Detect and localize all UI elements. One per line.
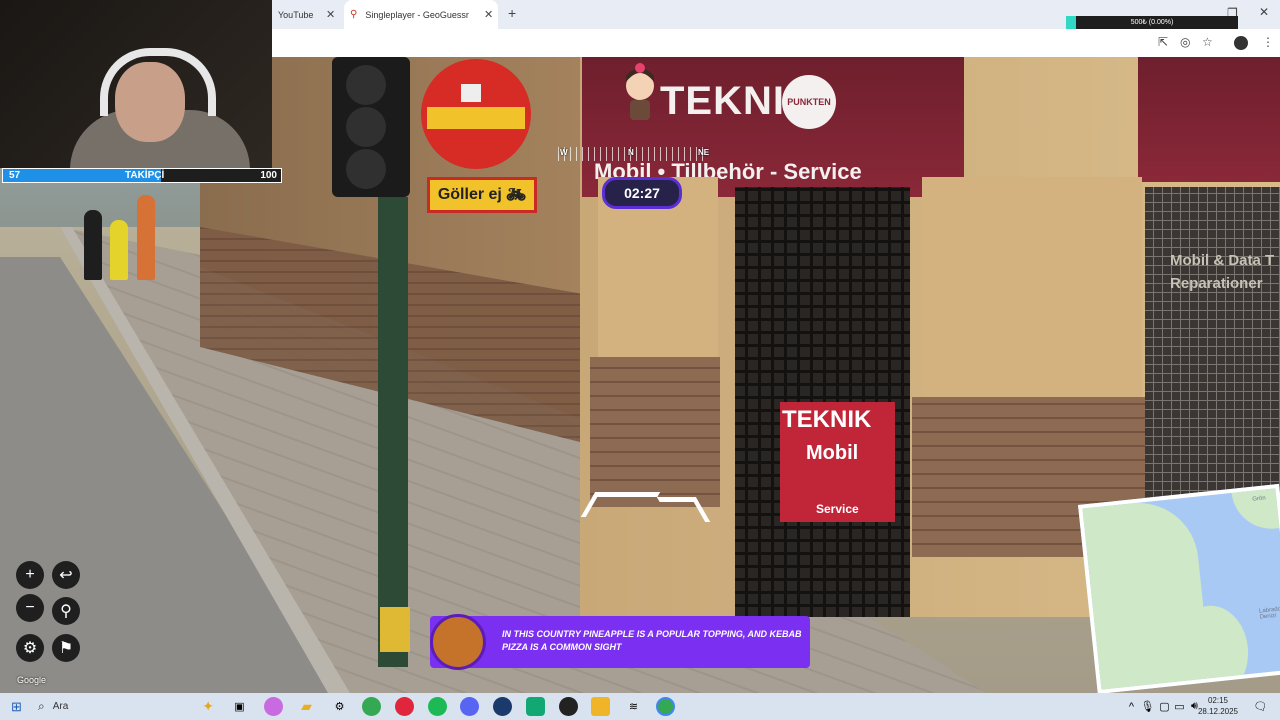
clock-date: 28.12.2025 [1197,707,1239,716]
sparkle-icon: ✦ [202,698,214,714]
guess-minimap[interactable]: Labrador Denizi Grön [1078,483,1280,694]
map-label: Labrador Denizi [1258,606,1280,621]
flag-button[interactable]: ⚑ [52,634,80,662]
follower-current: 57 [9,170,21,181]
traffic-light [332,57,410,197]
discord-icon[interactable] [460,697,479,716]
notification-icon[interactable]: 🗨︎ [1251,697,1270,716]
eye-off-icon[interactable]: ◎ [1180,35,1190,49]
round-timer: 02:27 [602,177,682,209]
obs-icon[interactable] [559,697,578,716]
donation-goal-bar: 500₺ (0.00%) [1066,16,1238,29]
browser-toolbar: ⇱ ◎ ☆ ⋮ [272,29,1280,57]
copilot-icon[interactable] [264,697,283,716]
country-tip-banner: In this country pineapple is a popular t… [430,614,810,670]
system-clock[interactable]: 02:15 28.12.2025 [1194,695,1242,717]
location-pin-icon: ⚲ [350,9,358,20]
opera-icon[interactable] [395,697,414,716]
pedestrians [82,185,182,280]
settings-app-icon[interactable]: ⚙ [330,697,349,716]
steam-icon[interactable] [493,697,512,716]
folder-icon[interactable]: ▰ [297,697,316,716]
headphones [100,48,216,116]
street-sign: Göller ej 🚲︎ [427,177,537,213]
tab-geoguessr[interactable]: ⚲ Singleplayer - GeoGuessr ✕ [344,0,498,29]
compass: W N NE [558,147,709,161]
awning-right [1138,57,1280,182]
google-logo: Google [17,675,47,685]
taskbar-search[interactable]: ⌕ Ara ✦ [34,696,222,717]
follower-target: 100 [260,170,277,181]
chrome-icon[interactable] [362,697,381,716]
tab-youtube[interactable]: YouTube ✕ [272,0,344,29]
rockstar-icon[interactable] [591,697,610,716]
spotify-icon[interactable] [428,697,447,716]
install-icon[interactable]: ⇱ [1158,35,1168,49]
zoom-out-button[interactable]: − [16,594,44,622]
return-to-start-button[interactable]: ⚲ [52,597,80,625]
search-icon: ⌕ [38,699,45,713]
game-app-icon[interactable] [526,697,545,716]
sign-pole [378,197,408,667]
menu-icon[interactable]: ⋮ [1262,35,1274,49]
donation-goal-fill [1066,16,1077,29]
bicycle-icon: 🚲︎ [505,187,527,204]
no-entry-sign [421,59,531,169]
new-tab-button[interactable]: + [508,5,516,21]
follower-goal-bar: 57 TAKİPÇİ 100 [2,168,282,183]
zoom-in-button[interactable]: + [16,561,44,589]
task-view-icon[interactable]: ▣ [230,697,249,716]
close-window-icon[interactable]: ✕ [1259,5,1269,19]
shop-poster: TEKNIK Mobil Service [780,402,895,522]
pillar-base [590,357,720,507]
follower-label: TAKİPÇİ [125,170,165,181]
windows-start-icon[interactable]: ⊞ [7,697,26,716]
pizza-image [430,614,486,670]
clock-time: 02:15 [1207,696,1229,705]
chrome-active-icon[interactable] [656,697,675,716]
windows-taskbar: ⊞ ⌕ Ara ✦ ▣ ▰ ⚙ ≋ ^ 🎙︎ ▢ ▭ 🔊︎ 02:15 28.1… [0,693,1280,720]
close-icon[interactable]: ✕ [326,8,335,21]
tip-text: In this country pineapple is a popular t… [502,629,802,652]
pole-base [380,607,410,652]
undo-move-button[interactable]: ↩ [52,561,80,589]
bookmark-star-icon[interactable]: ☆ [1202,35,1213,49]
close-icon[interactable]: ✕ [484,8,493,21]
shop-window: Mobil & Data T Reparationer [1145,187,1280,517]
shop-logo: PUNKTEN [782,75,836,129]
player-avatar [626,63,654,120]
search-placeholder: Ara [52,701,69,712]
settings-button[interactable]: ⚙ [16,634,44,662]
webcam-overlay [0,0,272,168]
app-icon[interactable]: ≋ [624,697,643,716]
profile-avatar[interactable] [1234,36,1248,50]
donation-goal-text: 500₺ (0.00%) [1130,19,1174,26]
street-sign-text: Göller ej [437,186,502,203]
